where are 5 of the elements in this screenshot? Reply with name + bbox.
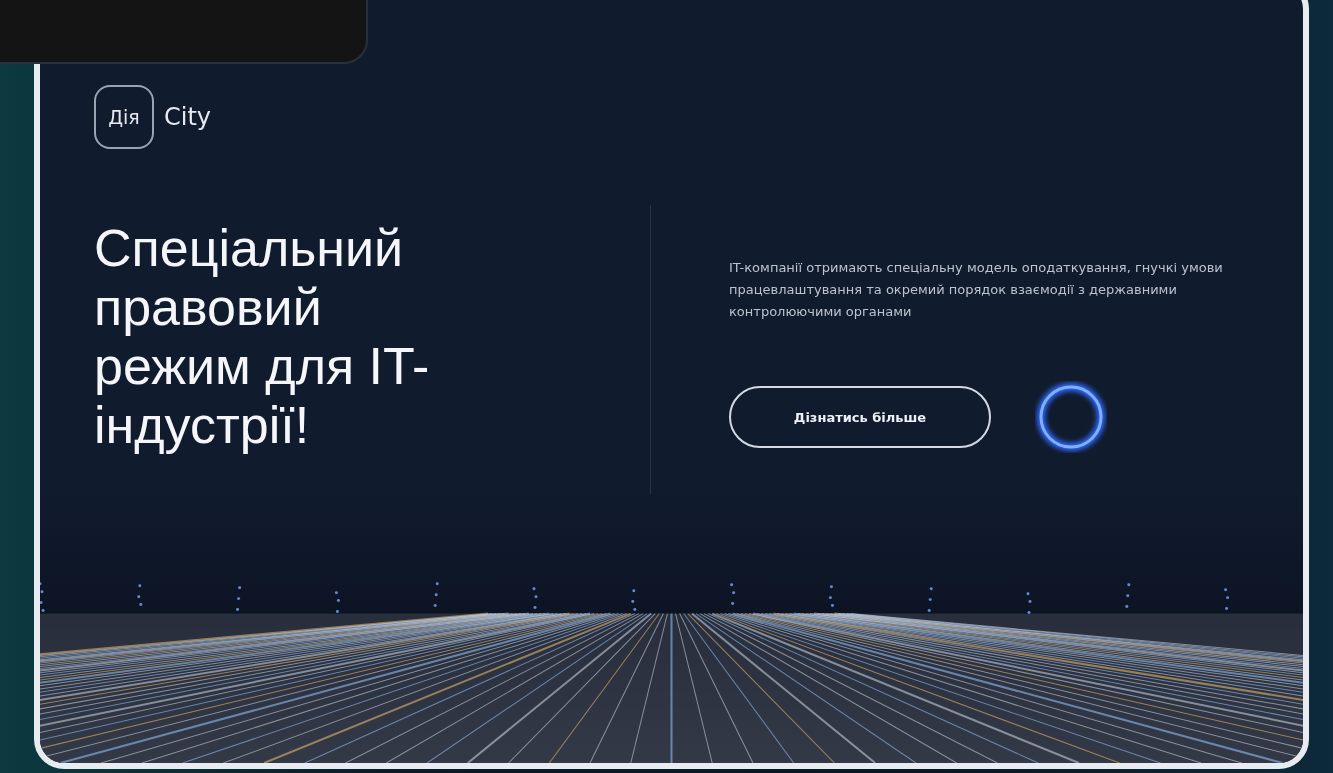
logo-mark: Дія [94, 85, 154, 149]
headline: Спеціальний правовий режим для IT- індустрії! [94, 219, 430, 456]
learn-more-button[interactable]: Дізнатись більше [729, 386, 991, 448]
logo-text: City [164, 103, 212, 131]
description: IT-компанії отримають спеціальну модель оподаткування, гнучкі умови працевлаштування та окремий порядок взаємодії з державними контролюючими органами [729, 259, 1224, 321]
